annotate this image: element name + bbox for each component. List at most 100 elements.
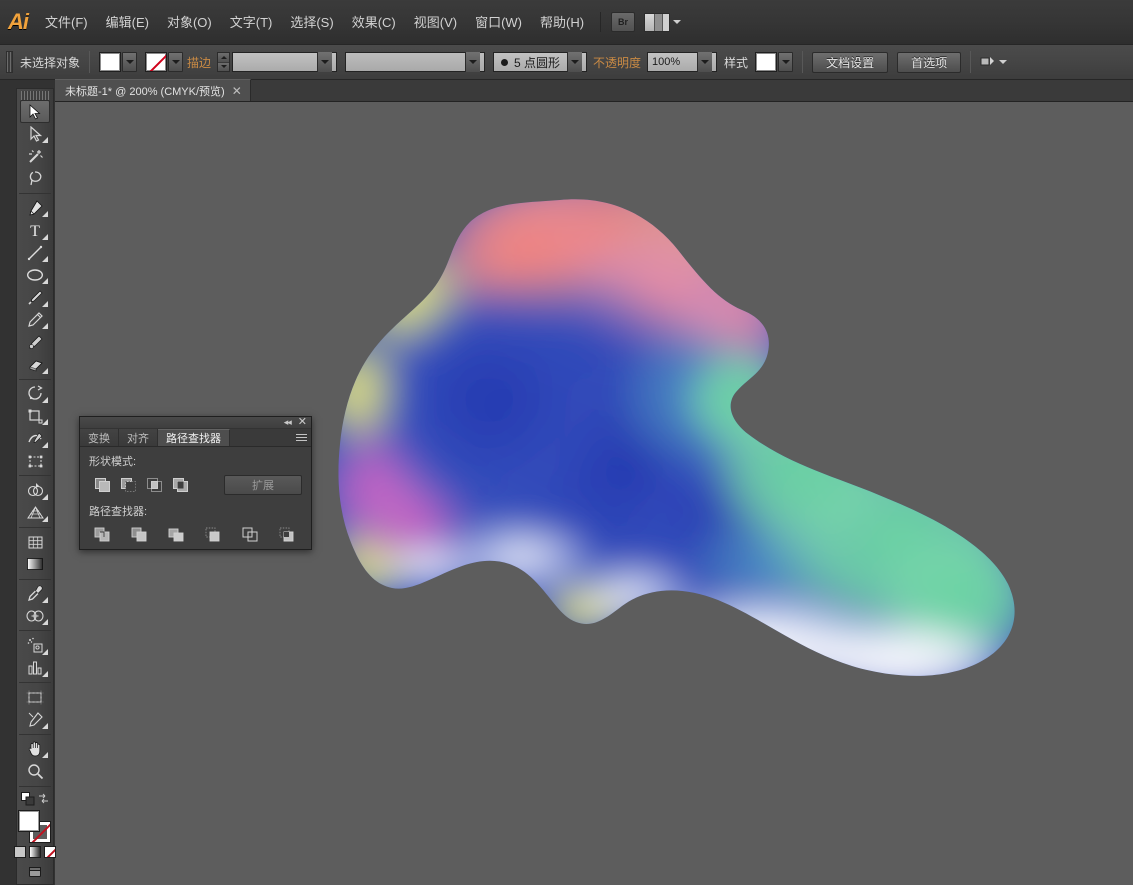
document-tab[interactable]: 未标题-1* @ 200% (CMYK/预览) ✕ xyxy=(55,79,251,101)
default-fill-stroke-icon[interactable] xyxy=(21,791,35,806)
fill-swatch[interactable] xyxy=(99,52,122,72)
graphic-style-swatch[interactable] xyxy=(755,52,778,72)
outline-button[interactable] xyxy=(237,524,263,545)
opacity-input[interactable]: 100% xyxy=(647,52,718,72)
divide-button[interactable] xyxy=(89,524,115,545)
illustrator-window: Ai 文件(F) 编辑(E) 对象(O) 文字(T) 选择(S) 效果(C) 视… xyxy=(0,0,1133,885)
brush-style-arrow[interactable] xyxy=(567,52,583,72)
merge-button[interactable] xyxy=(163,524,189,545)
slice-tool[interactable] xyxy=(20,708,50,730)
crop-button[interactable] xyxy=(200,524,226,545)
menu-object[interactable]: 对象(O) xyxy=(158,0,221,45)
swap-fill-stroke-icon[interactable] xyxy=(38,793,49,804)
opacity-arrow[interactable] xyxy=(697,52,713,72)
panel-title-bar[interactable]: ◂◂ ✕ xyxy=(80,417,311,429)
screen-mode-icon[interactable] xyxy=(27,865,43,884)
workspace-switcher-icon xyxy=(644,12,671,32)
mesh-tool[interactable] xyxy=(20,531,50,553)
color-icon[interactable] xyxy=(14,846,26,859)
tools-divider xyxy=(19,192,51,194)
close-icon[interactable]: ✕ xyxy=(298,417,307,428)
menu-select[interactable]: 选择(S) xyxy=(281,0,342,45)
unite-button[interactable] xyxy=(89,474,115,495)
trim-button[interactable] xyxy=(126,524,152,545)
stroke-swatch[interactable] xyxy=(145,52,168,72)
menu-window[interactable]: 窗口(W) xyxy=(466,0,531,45)
stroke-weight-stepper[interactable] xyxy=(217,52,231,72)
column-graph-tool[interactable] xyxy=(20,657,50,679)
hand-tool[interactable] xyxy=(20,738,50,760)
graphic-style-control[interactable] xyxy=(755,52,794,72)
menu-file[interactable]: 文件(F) xyxy=(36,0,97,45)
none-icon[interactable] xyxy=(44,846,56,859)
eraser-tool[interactable] xyxy=(20,353,50,375)
free-transform-tool[interactable] xyxy=(20,450,50,472)
brush-style-select[interactable]: 5 点圆形 xyxy=(493,52,588,72)
tools-divider xyxy=(19,785,51,787)
pencil-tool[interactable] xyxy=(20,309,50,331)
tools-divider xyxy=(19,378,51,380)
workspace-switcher[interactable] xyxy=(644,12,682,32)
document-tab-bar: 未标题-1* @ 200% (CMYK/预览) ✕ xyxy=(55,79,1133,102)
gradient-icon[interactable] xyxy=(29,846,41,859)
selection-tool[interactable] xyxy=(20,100,50,123)
blend-tool[interactable] xyxy=(20,605,50,627)
stroke-dropdown-arrow[interactable] xyxy=(168,52,184,72)
align-to-icon xyxy=(980,57,995,66)
expand-button[interactable]: 扩展 xyxy=(224,474,302,495)
panel-tab-pathfinder[interactable]: 路径查找器 xyxy=(158,429,230,446)
perspective-grid-tool[interactable] xyxy=(20,502,50,524)
minus-front-button[interactable] xyxy=(115,474,141,495)
pathfinder-panel[interactable]: ◂◂ ✕ 变换 对齐 路径查找器 形状模式: 扩展 路径查找器: xyxy=(79,416,312,550)
align-to-control[interactable] xyxy=(980,55,1008,69)
panel-tab-transform[interactable]: 变换 xyxy=(80,429,119,446)
panel-menu-icon[interactable] xyxy=(293,429,311,446)
control-bar-grip[interactable] xyxy=(6,51,13,73)
scale-tool[interactable] xyxy=(20,405,50,427)
lasso-tool[interactable] xyxy=(20,168,50,190)
fill-dropdown-arrow[interactable] xyxy=(122,52,138,72)
collapse-icon[interactable]: ◂◂ xyxy=(284,417,292,428)
paintbrush-tool[interactable] xyxy=(20,286,50,308)
rotate-tool[interactable] xyxy=(20,383,50,405)
minus-back-button[interactable] xyxy=(274,524,300,545)
width-warp-tool[interactable] xyxy=(20,427,50,449)
menu-effect[interactable]: 效果(C) xyxy=(343,0,405,45)
line-segment-tool[interactable] xyxy=(20,242,50,264)
shape-builder-tool[interactable] xyxy=(20,479,50,501)
blob-brush-tool[interactable] xyxy=(20,331,50,353)
brush-definition-select[interactable] xyxy=(345,52,486,72)
brush-definition-arrow[interactable] xyxy=(465,52,481,72)
type-tool[interactable]: T xyxy=(20,219,50,241)
bridge-icon[interactable]: Br xyxy=(611,12,636,32)
stroke-weight-input[interactable] xyxy=(232,52,338,72)
close-icon[interactable]: ✕ xyxy=(232,85,242,97)
fill-stroke-indicator[interactable] xyxy=(18,809,52,843)
pen-tool[interactable] xyxy=(20,197,50,219)
direct-selection-tool[interactable] xyxy=(20,123,50,145)
magic-wand-tool[interactable] xyxy=(20,145,50,167)
divider xyxy=(802,51,804,73)
menu-help[interactable]: 帮助(H) xyxy=(531,0,593,45)
document-setup-button[interactable]: 文档设置 xyxy=(812,51,889,73)
panel-tab-align[interactable]: 对齐 xyxy=(119,429,158,446)
graphic-style-arrow[interactable] xyxy=(778,52,794,72)
fill-control[interactable] xyxy=(99,52,138,72)
gradient-tool[interactable] xyxy=(20,553,50,575)
menu-edit[interactable]: 编辑(E) xyxy=(97,0,158,45)
stroke-color-control[interactable] xyxy=(145,52,184,72)
preferences-button[interactable]: 首选项 xyxy=(897,51,962,73)
tools-panel-grip[interactable] xyxy=(21,91,49,101)
tools-divider xyxy=(19,475,51,477)
ellipse-tool[interactable] xyxy=(20,264,50,286)
symbol-sprayer-tool[interactable] xyxy=(20,634,50,656)
intersect-button[interactable] xyxy=(141,474,167,495)
menu-view[interactable]: 视图(V) xyxy=(405,0,466,45)
stroke-weight-arrow[interactable] xyxy=(317,52,333,72)
fill-indicator[interactable] xyxy=(18,809,40,832)
artboard-tool[interactable] xyxy=(20,686,50,708)
zoom-tool[interactable] xyxy=(20,760,50,782)
menu-type[interactable]: 文字(T) xyxy=(221,0,282,45)
exclude-button[interactable] xyxy=(167,474,193,495)
eyedropper-tool[interactable] xyxy=(20,583,50,605)
